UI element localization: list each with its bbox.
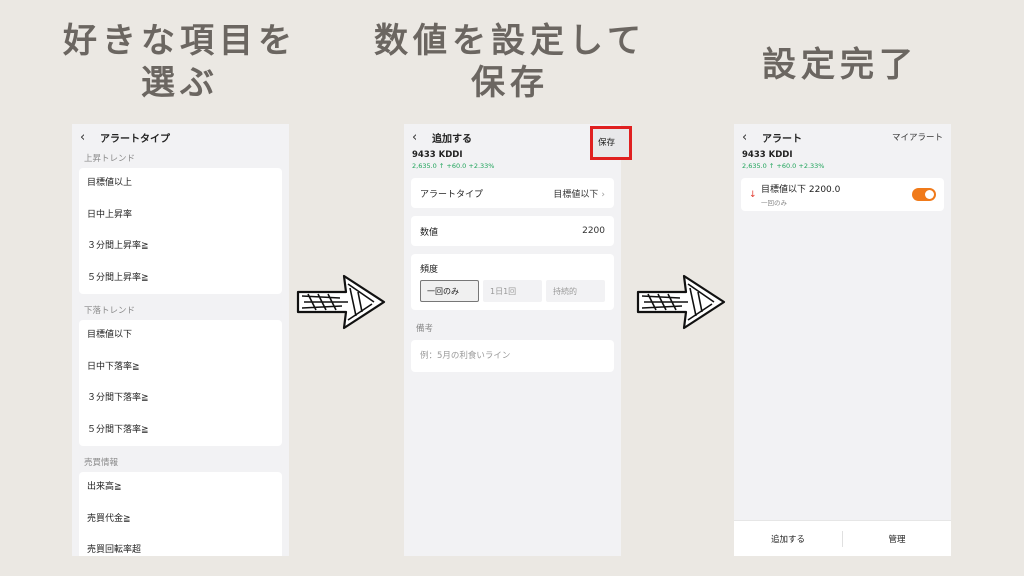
screen-title: アラート — [762, 133, 802, 145]
note-label: 備考 — [416, 324, 434, 334]
add-button[interactable]: 追加する — [734, 533, 842, 545]
section-title-trading: 売買情報 — [84, 458, 119, 468]
alert-item[interactable]: ↓ 目標値以下 2200.0 一回のみ — [741, 178, 944, 211]
stock-info: 9433 KDDI 2,635.0 ↑ +60.0 +2.33% — [734, 150, 951, 170]
back-chevron-icon[interactable]: ‹ — [742, 130, 758, 145]
alert-toggle[interactable] — [912, 188, 936, 201]
list-item[interactable]: ５分間下落率≧ — [79, 415, 282, 447]
list-item[interactable]: 日中上昇率 — [79, 200, 282, 232]
stock-name: 9433 KDDI — [742, 150, 793, 160]
add-alert-screen: ‹ 追加する 9433 KDDI 2,635.0 ↑ +60.0 +2.33% … — [404, 124, 621, 556]
section-title-uptrend: 上昇トレンド — [84, 154, 136, 164]
list-item[interactable]: 売買代金≧ — [79, 504, 282, 536]
alert-frequency: 一回のみ — [761, 199, 787, 207]
list-item[interactable]: 売買回転率超 — [79, 535, 282, 556]
down-arrow-icon: ↓ — [749, 189, 757, 200]
alert-type-value: 目標値以下 — [553, 189, 599, 200]
nav-bar: ‹ 追加する — [404, 124, 621, 150]
list-item[interactable]: ３分間下落率≧ — [79, 383, 282, 415]
list-item[interactable]: 目標値以下 — [79, 320, 282, 352]
right-arrow-icon — [636, 274, 726, 330]
nav-bar: ‹ アラート マイアラート — [734, 124, 951, 150]
number-field[interactable]: 数値 2200 — [411, 216, 614, 246]
list-item[interactable]: 出来高≧ — [79, 472, 282, 504]
frequency-option-daily[interactable]: 1日1回 — [483, 280, 542, 302]
alert-name: 目標値以下 2200.0 — [761, 185, 841, 195]
alert-type-label: アラートタイプ — [420, 189, 484, 200]
note-input[interactable]: 例：5月の利食いライン — [411, 340, 614, 372]
number-label: 数値 — [420, 227, 439, 238]
stock-price: 2,635.0 ↑ +60.0 +2.33% — [412, 162, 495, 170]
step3-heading: 設定完了 — [762, 45, 918, 85]
trading-card: 出来高≧ 売買代金≧ 売買回転率超 — [79, 472, 282, 556]
downtrend-card: 目標値以下 日中下落率≧ ３分間下落率≧ ５分間下落率≧ — [79, 320, 282, 446]
frequency-option-continuous[interactable]: 持続的 — [546, 280, 605, 302]
frequency-options: 一回のみ 1日1回 持続的 — [420, 280, 605, 310]
back-chevron-icon[interactable]: ‹ — [412, 130, 428, 145]
right-arrow-icon — [296, 274, 386, 330]
save-button[interactable]: 保存 — [590, 126, 632, 160]
frequency-option-once[interactable]: 一回のみ — [420, 280, 479, 302]
alert-list-screen: ‹ アラート マイアラート 9433 KDDI 2,635.0 ↑ +60.0 … — [734, 124, 951, 556]
list-item[interactable]: 目標値以上 — [79, 168, 282, 200]
step1-heading: 好きな項目を 選ぶ — [40, 20, 320, 104]
step1-heading-line1: 好きな項目を — [63, 21, 297, 61]
bottom-bar: 追加する 管理 — [734, 520, 951, 556]
stock-info: 9433 KDDI 2,635.0 ↑ +60.0 +2.33% — [404, 150, 621, 170]
uptrend-card: 目標値以上 日中上昇率 ３分間上昇率≧ ５分間上昇率≧ — [79, 168, 282, 294]
screen-title: 追加する — [432, 133, 472, 145]
alert-type-screen: ‹ アラートタイプ 上昇トレンド 目標値以上 日中上昇率 ３分間上昇率≧ ５分間… — [72, 124, 289, 556]
list-item[interactable]: ５分間上昇率≧ — [79, 263, 282, 295]
step2-heading-line2: 保存 — [471, 63, 549, 103]
my-alerts-link[interactable]: マイアラート — [892, 131, 943, 143]
number-value[interactable]: 2200 — [582, 226, 605, 236]
section-title-downtrend: 下落トレンド — [84, 306, 136, 316]
back-chevron-icon[interactable]: ‹ — [80, 130, 96, 145]
chevron-right-icon: › — [601, 189, 605, 200]
step2-heading-line1: 数値を設定して — [374, 21, 646, 61]
nav-bar: ‹ アラートタイプ — [72, 124, 289, 150]
alert-type-field[interactable]: アラートタイプ 目標値以下 › — [411, 178, 614, 208]
screen-title: アラートタイプ — [100, 133, 170, 145]
stock-name: 9433 KDDI — [412, 150, 463, 160]
list-item[interactable]: 日中下落率≧ — [79, 352, 282, 384]
frequency-card: 頻度 一回のみ 1日1回 持続的 — [411, 254, 614, 310]
step2-heading: 数値を設定して 保存 — [360, 20, 660, 104]
step1-heading-line2: 選ぶ — [141, 63, 219, 103]
frequency-label: 頻度 — [420, 265, 439, 275]
manage-button[interactable]: 管理 — [843, 533, 951, 545]
list-item[interactable]: ３分間上昇率≧ — [79, 231, 282, 263]
stock-price: 2,635.0 ↑ +60.0 +2.33% — [742, 162, 825, 170]
